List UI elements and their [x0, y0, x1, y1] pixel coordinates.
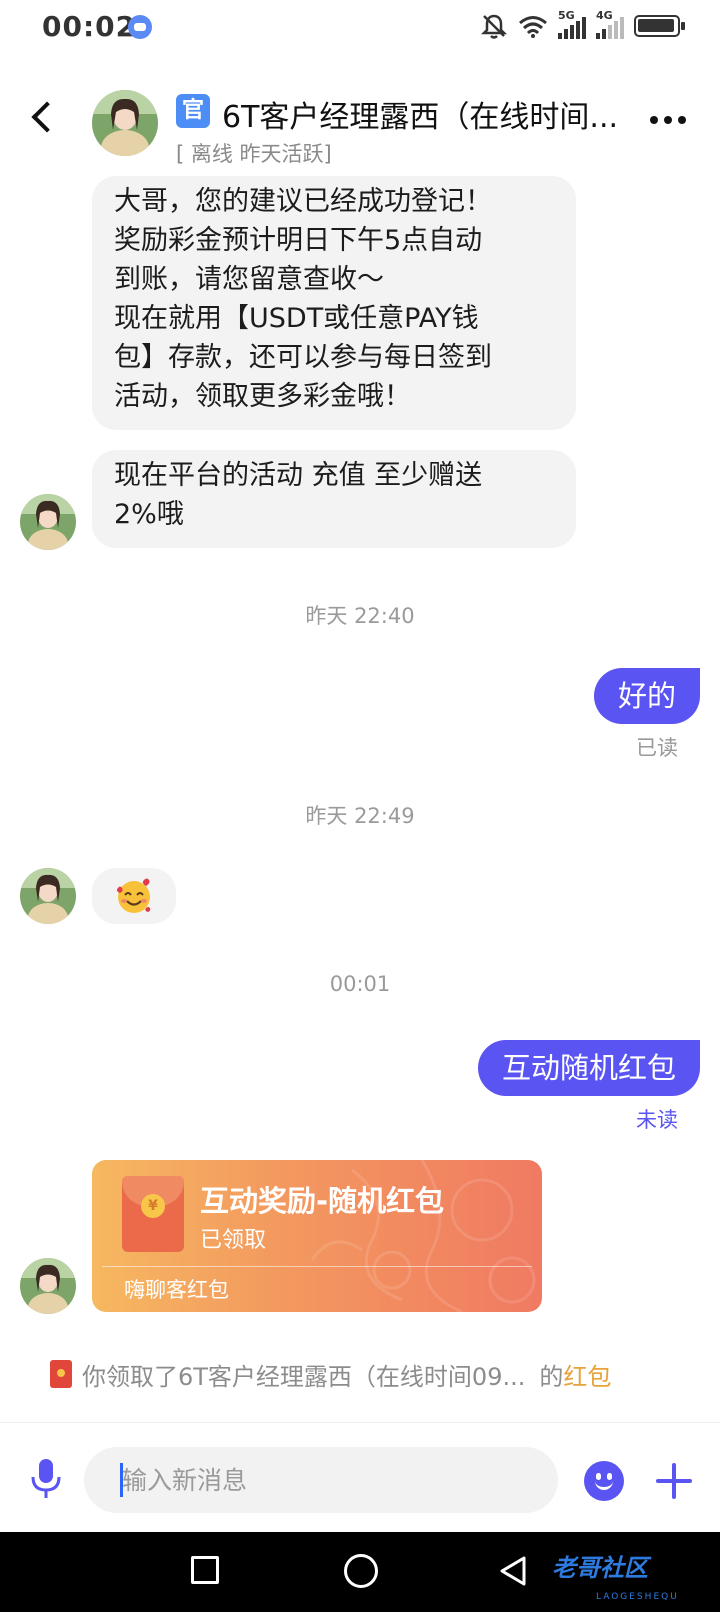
watermark-subtitle: LAOGESHEQU	[596, 1592, 679, 1602]
read-receipt: 已读	[636, 736, 678, 760]
nav-back-icon[interactable]	[496, 1554, 530, 1588]
timestamp: 00:01	[329, 972, 391, 996]
wifi-icon	[519, 16, 547, 38]
message-bubble-incoming[interactable]: 大哥，您的建议已经成功登记！ 奖励彩金预计明日下午5点自动 到账，请您留意查收～…	[92, 176, 576, 430]
notice-mid: 的	[539, 1362, 564, 1391]
packet-title: 互动奖励-随机红包	[200, 1184, 445, 1218]
system-notice: 你领取了6T客户经理露西（在线时间09... 的 红包	[50, 1354, 690, 1394]
notice-link[interactable]: 红包	[563, 1357, 611, 1392]
status-icons: 5G 4G	[480, 9, 685, 42]
plus-icon[interactable]	[654, 1461, 694, 1501]
text-caret	[120, 1463, 123, 1497]
message-bubble-emoji[interactable]	[92, 868, 176, 924]
battery-icon	[634, 15, 685, 37]
unread-receipt: 未读	[636, 1108, 678, 1132]
message-bubble-outgoing[interactable]: 好的	[593, 668, 700, 724]
chevron-left-icon	[31, 101, 63, 133]
message-bubble-incoming[interactable]: 现在平台的活动 充值 至少赠送 2%哦	[92, 450, 576, 548]
chat-title: 6T客户经理露西（在线时间...	[222, 100, 619, 135]
packet-brand: 嗨聊客红包	[124, 1278, 229, 1302]
back-button[interactable]	[24, 90, 80, 146]
home-button[interactable]	[344, 1554, 378, 1588]
sender-avatar[interactable]	[20, 1258, 76, 1314]
contact-avatar[interactable]	[92, 90, 158, 156]
timestamp: 昨天 22:40	[305, 604, 415, 628]
status-bar: 00:02 5G 4G	[0, 0, 720, 56]
input-bar	[0, 1422, 720, 1530]
message-bubble-outgoing[interactable]: 互动随机红包	[477, 1040, 700, 1096]
official-badge: 官	[176, 94, 210, 128]
message-input[interactable]	[84, 1447, 558, 1513]
timestamp: 昨天 22:49	[305, 804, 415, 828]
packet-status: 已领取	[200, 1228, 267, 1253]
red-envelope-icon: ¥	[122, 1176, 184, 1252]
divider	[102, 1266, 532, 1267]
smiling-face-with-hearts-icon	[116, 878, 151, 913]
red-packet-card[interactable]: ¥ 互动奖励-随机红包 已领取 嗨聊客红包	[92, 1160, 542, 1312]
app-notification-icon	[128, 15, 152, 39]
microphone-icon[interactable]	[30, 1457, 62, 1501]
contact-status: [ 离线 昨天活跃]	[176, 142, 332, 166]
recents-button[interactable]	[191, 1556, 219, 1584]
sender-avatar[interactable]	[20, 494, 76, 550]
bell-muted-icon	[480, 14, 508, 39]
signal-4g-icon: 4G	[596, 9, 624, 39]
status-time: 00:02	[42, 10, 137, 43]
watermark-logo: 老哥社区	[552, 1554, 648, 1582]
red-packet-icon	[50, 1360, 72, 1388]
notice-text: 你领取了6T客户经理露西（在线时间09...	[82, 1362, 526, 1391]
system-nav-bar: 老哥社区 LAOGESHEQU	[0, 1532, 720, 1612]
chat-header: 官 6T客户经理露西（在线时间... [ 离线 昨天活跃]	[0, 72, 720, 172]
sender-avatar[interactable]	[20, 868, 76, 924]
emoji-icon[interactable]	[584, 1461, 624, 1501]
signal-5g-icon: 5G	[558, 9, 586, 39]
more-options-icon[interactable]	[650, 116, 686, 124]
